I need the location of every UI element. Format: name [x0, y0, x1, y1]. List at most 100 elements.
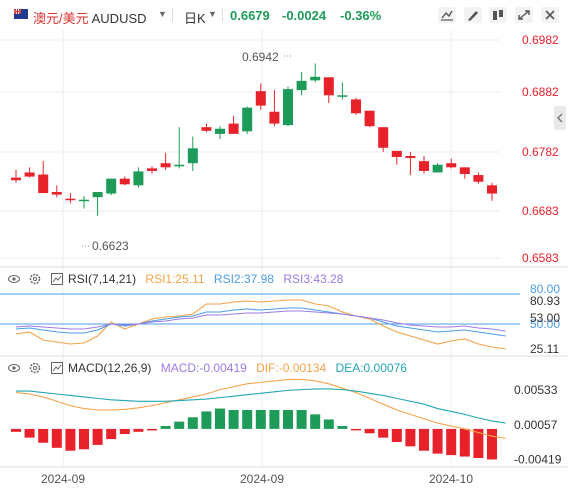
- collapse-panel-icon[interactable]: [554, 106, 566, 130]
- low-annotation: 0.6623: [92, 239, 129, 253]
- candle-body: [296, 80, 307, 91]
- macd-histogram-bar: [283, 410, 293, 429]
- candle-body: [65, 198, 76, 201]
- candle-body: [24, 172, 35, 177]
- settings-gear-icon[interactable]: [29, 273, 41, 285]
- rsi-name: RSI(7,14,21): [68, 272, 137, 286]
- macd-histogram-bar: [133, 428, 144, 432]
- candle-body: [459, 167, 470, 175]
- macd-histogram-bar: [487, 428, 497, 460]
- macd-header: MACD(12,26,9) MACD:-0.00419 DIF:-0.00134…: [8, 361, 413, 375]
- candle-body: [446, 163, 457, 168]
- rsi-tick-label: 53.00: [530, 311, 560, 325]
- price-tick-label: 0.6782: [522, 145, 559, 159]
- candle-body: [283, 89, 293, 126]
- macd-histogram-bar: [147, 428, 157, 431]
- high-annotation: 0.6942: [242, 50, 279, 64]
- macd-value: MACD:-0.00419: [160, 361, 247, 375]
- macd-histogram-bar: [323, 419, 334, 429]
- rsi-series-line-3: [15, 310, 506, 332]
- dif-value: DIF:-0.00134: [256, 361, 327, 375]
- macd-histogram-bar: [65, 428, 76, 451]
- macd-tick-label: -0.00419: [514, 452, 562, 466]
- macd-histogram-bar: [296, 410, 307, 429]
- rsi1-value: RSI1:25.11: [145, 272, 205, 286]
- candle-body: [174, 164, 185, 167]
- candle-body: [391, 150, 402, 158]
- candle-body: [405, 156, 416, 159]
- macd-histogram-bar: [160, 426, 171, 429]
- candle-body: [228, 123, 239, 134]
- rsi-tick-label: 80.93: [530, 294, 560, 308]
- time-axis: 2024-09 2024-09 2024-10: [41, 472, 473, 486]
- candle-body: [92, 192, 103, 198]
- candle-body: [201, 127, 212, 131]
- candle-body: [269, 111, 280, 124]
- candlestick-series: [11, 55, 497, 247]
- rsi-tick-label: 25.11: [530, 342, 559, 356]
- rsi-series-line-2: [15, 307, 506, 337]
- macd-histogram-bar: [446, 428, 457, 456]
- candle-body: [38, 174, 49, 194]
- candle-body: [255, 91, 266, 106]
- macd-panel: 0.00533 0.00057 -0.00419: [11, 378, 562, 466]
- dif-line: [15, 378, 506, 439]
- time-tick-label: 2024-09: [240, 472, 284, 486]
- candle-body: [106, 178, 117, 194]
- candle-body: [323, 77, 334, 96]
- macd-histogram-bar: [405, 428, 416, 447]
- macd-histogram-bar: [174, 421, 185, 429]
- indicator-chart-icon[interactable]: [50, 362, 63, 374]
- time-tick-label: 2024-09: [41, 472, 85, 486]
- candle-body: [51, 192, 62, 195]
- candle-body: [432, 164, 443, 173]
- candle-body: [310, 76, 321, 81]
- macd-histogram-bar: [337, 426, 348, 429]
- candle-body: [187, 148, 198, 164]
- price-tick-label: 0.6683: [522, 204, 559, 218]
- price-tick-label: 0.6882: [522, 85, 559, 99]
- macd-histogram-bar: [351, 428, 361, 431]
- settings-gear-icon[interactable]: [29, 362, 41, 374]
- macd-tick-label: 0.00057: [514, 418, 558, 432]
- price-tick-label: 0.6583: [522, 251, 559, 265]
- candle-body: [351, 99, 361, 114]
- macd-histogram-bar: [79, 428, 89, 450]
- macd-histogram-bar: [269, 410, 280, 429]
- visibility-eye-icon[interactable]: [8, 362, 20, 374]
- macd-histogram-bar: [24, 428, 35, 438]
- rsi-panel: 80.0080.9350.0053.0025.11: [0, 282, 560, 356]
- macd-histogram-bar: [119, 428, 130, 434]
- price-chart[interactable]: 0.69820.68820.67820.66830.6583 80.0080.9…: [0, 0, 568, 491]
- macd-histogram-bar: [364, 428, 375, 434]
- macd-histogram-bar: [106, 428, 117, 440]
- dea-value: DEA:0.00076: [335, 361, 407, 375]
- macd-histogram-bar: [391, 428, 402, 442]
- candle-body: [215, 128, 225, 134]
- candle-body: [378, 127, 389, 148]
- macd-histogram-bar: [51, 428, 62, 448]
- time-tick-label: 2024-10: [429, 472, 473, 486]
- macd-histogram-bar: [310, 414, 321, 429]
- candle-body: [337, 95, 348, 97]
- visibility-eye-icon[interactable]: [8, 273, 20, 285]
- macd-histogram-bar: [459, 428, 470, 457]
- macd-histogram-bar: [242, 410, 253, 429]
- candle-body: [487, 185, 497, 194]
- candle-body: [160, 163, 171, 168]
- indicator-chart-icon[interactable]: [50, 273, 63, 285]
- price-axis: 0.6982 0.6882 0.6782 0.6683 0.6583: [522, 33, 559, 265]
- candle-body: [11, 177, 21, 181]
- macd-histogram-bar: [432, 428, 443, 454]
- candle-body: [133, 171, 144, 186]
- macd-histogram-bar: [378, 428, 389, 438]
- macd-histogram-bar: [419, 428, 429, 451]
- macd-histogram-bar: [11, 428, 21, 432]
- macd-histogram-bar: [215, 408, 225, 429]
- candle-body: [364, 110, 375, 127]
- macd-tick-label: 0.00533: [514, 383, 558, 397]
- price-tick-label: 0.6982: [522, 33, 559, 47]
- rsi-header: RSI(7,14,21) RSI1:25.11 RSI2:37.98 RSI3:…: [8, 272, 349, 286]
- candle-body: [79, 199, 89, 202]
- macd-histogram-bar: [201, 411, 212, 429]
